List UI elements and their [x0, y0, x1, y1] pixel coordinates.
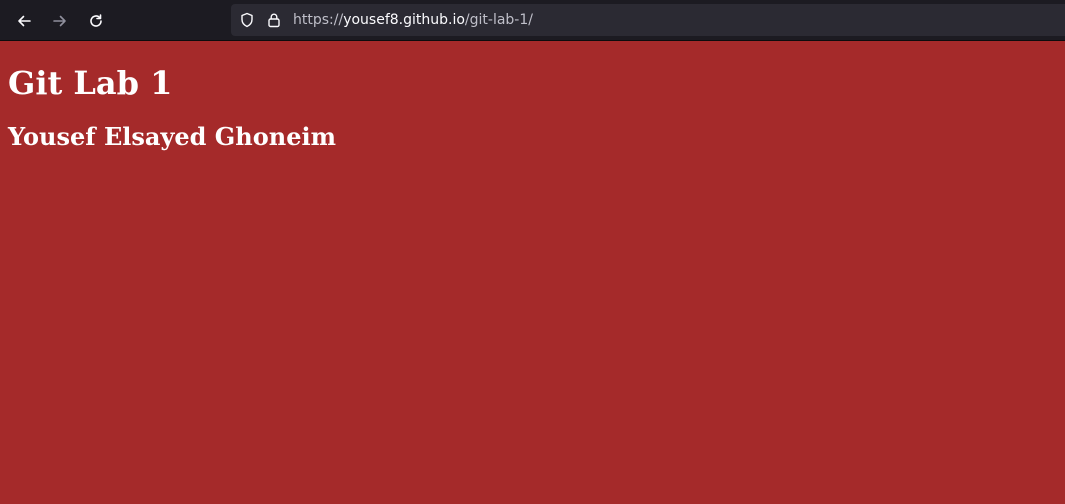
- page-title: Git Lab 1: [8, 64, 173, 102]
- reload-button[interactable]: [81, 6, 111, 36]
- shield-icon[interactable]: [239, 12, 255, 28]
- url-path: /git-lab-1/: [464, 12, 533, 28]
- browser-window: https://yousef8.github.io/git-lab-1/ Git…: [0, 0, 1065, 504]
- reload-icon: [88, 13, 104, 29]
- lock-icon[interactable]: [266, 12, 282, 28]
- forward-button[interactable]: [45, 6, 75, 36]
- url-text[interactable]: https://yousef8.github.io/git-lab-1/: [293, 11, 533, 29]
- page-content: Git Lab 1 Yousef Elsayed Ghoneim: [0, 41, 1065, 504]
- back-button[interactable]: [9, 6, 39, 36]
- url-host: yousef8.github.io: [343, 12, 465, 28]
- address-bar[interactable]: https://yousef8.github.io/git-lab-1/: [231, 4, 1065, 36]
- page-subtitle: Yousef Elsayed Ghoneim: [8, 122, 336, 151]
- url-scheme: https://: [293, 12, 344, 28]
- browser-toolbar: https://yousef8.github.io/git-lab-1/: [0, 0, 1065, 41]
- arrow-right-icon: [52, 13, 68, 29]
- arrow-left-icon: [16, 13, 32, 29]
